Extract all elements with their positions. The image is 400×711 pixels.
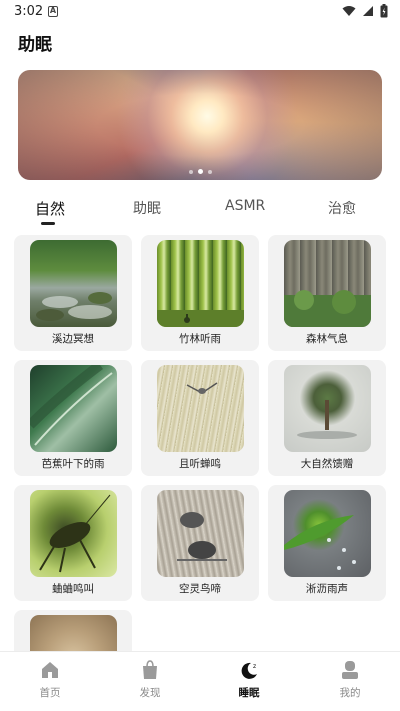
bird-image [157,490,244,577]
status-time: 3:02 [14,4,44,19]
bag-icon [143,660,157,679]
category-tabs: 自然 助眠 ASMR 治愈 [0,198,400,228]
nav-sleep-label: 睡眠 [238,687,260,699]
sound-card[interactable]: 溪边冥想 [14,235,132,351]
sound-card[interactable]: 芭蕉叶下的雨 [14,360,132,476]
banana-leaf-image [30,365,117,452]
sound-card-label: 空灵鸟啼 [179,583,221,595]
raindrop-leaf-image [284,490,371,577]
profile-icon [342,661,358,679]
tree-image [284,365,371,452]
carousel-dot[interactable] [207,169,212,174]
sound-card-label: 大自然馈赠 [300,458,354,470]
page-title: 助眠 [18,35,52,55]
nav-discover[interactable]: 发现 [120,660,180,700]
nav-home-label: 首页 [39,687,61,699]
sound-card[interactable]: 且听蝉鸣 [141,360,259,476]
sound-card-label: 森林气息 [306,333,348,345]
nav-discover-label: 发现 [139,687,161,699]
sound-card[interactable]: 森林气息 [268,235,386,351]
carousel-dots [18,169,382,174]
banner-image [18,70,382,180]
bottom-navigation: 首页 发现 z 睡眠 我的 [0,651,400,711]
svg-text:z: z [253,663,256,670]
bamboo-image [157,240,244,327]
nav-sleep[interactable]: z 睡眠 [219,660,279,700]
sound-card-label: 且听蝉鸣 [179,458,221,470]
carousel-dot-active[interactable] [197,169,203,174]
carousel-dot[interactable] [188,169,193,174]
sound-card-label: 淅沥雨声 [306,583,348,595]
cricket-image [30,490,117,577]
banner-carousel[interactable] [18,70,382,180]
forest-image [284,240,371,327]
status-bar: 3:02 A [0,0,400,24]
status-icons [342,4,388,18]
active-tab-indicator [41,222,55,225]
sound-card[interactable]: 蛐蛐鸣叫 [14,485,132,601]
cicada-image [157,365,244,452]
moon-icon: z [241,662,257,679]
sound-card[interactable]: 淅沥雨声 [268,485,386,601]
tab-sleep-aid[interactable]: 助眠 [133,198,161,218]
stream-image [30,240,117,327]
sound-card[interactable]: 大自然馈赠 [268,360,386,476]
nav-profile-label: 我的 [339,687,361,699]
battery-icon [380,4,388,18]
nav-profile[interactable]: 我的 [320,660,380,700]
sound-card-label: 蛐蛐鸣叫 [52,583,94,595]
tab-asmr[interactable]: ASMR [225,198,265,214]
tab-nature[interactable]: 自然 [35,198,65,219]
notification-icon: A [48,6,58,17]
signal-icon [363,6,373,16]
sound-card[interactable]: 空灵鸟啼 [141,485,259,601]
home-icon [42,662,58,678]
sound-card-label: 竹林听雨 [179,333,221,345]
sound-card-label: 溪边冥想 [52,333,94,345]
wifi-icon [342,6,356,16]
sound-card-label: 芭蕉叶下的雨 [41,458,105,470]
tab-healing[interactable]: 治愈 [328,198,356,218]
sound-card[interactable]: 竹林听雨 [141,235,259,351]
nav-home[interactable]: 首页 [20,660,80,700]
